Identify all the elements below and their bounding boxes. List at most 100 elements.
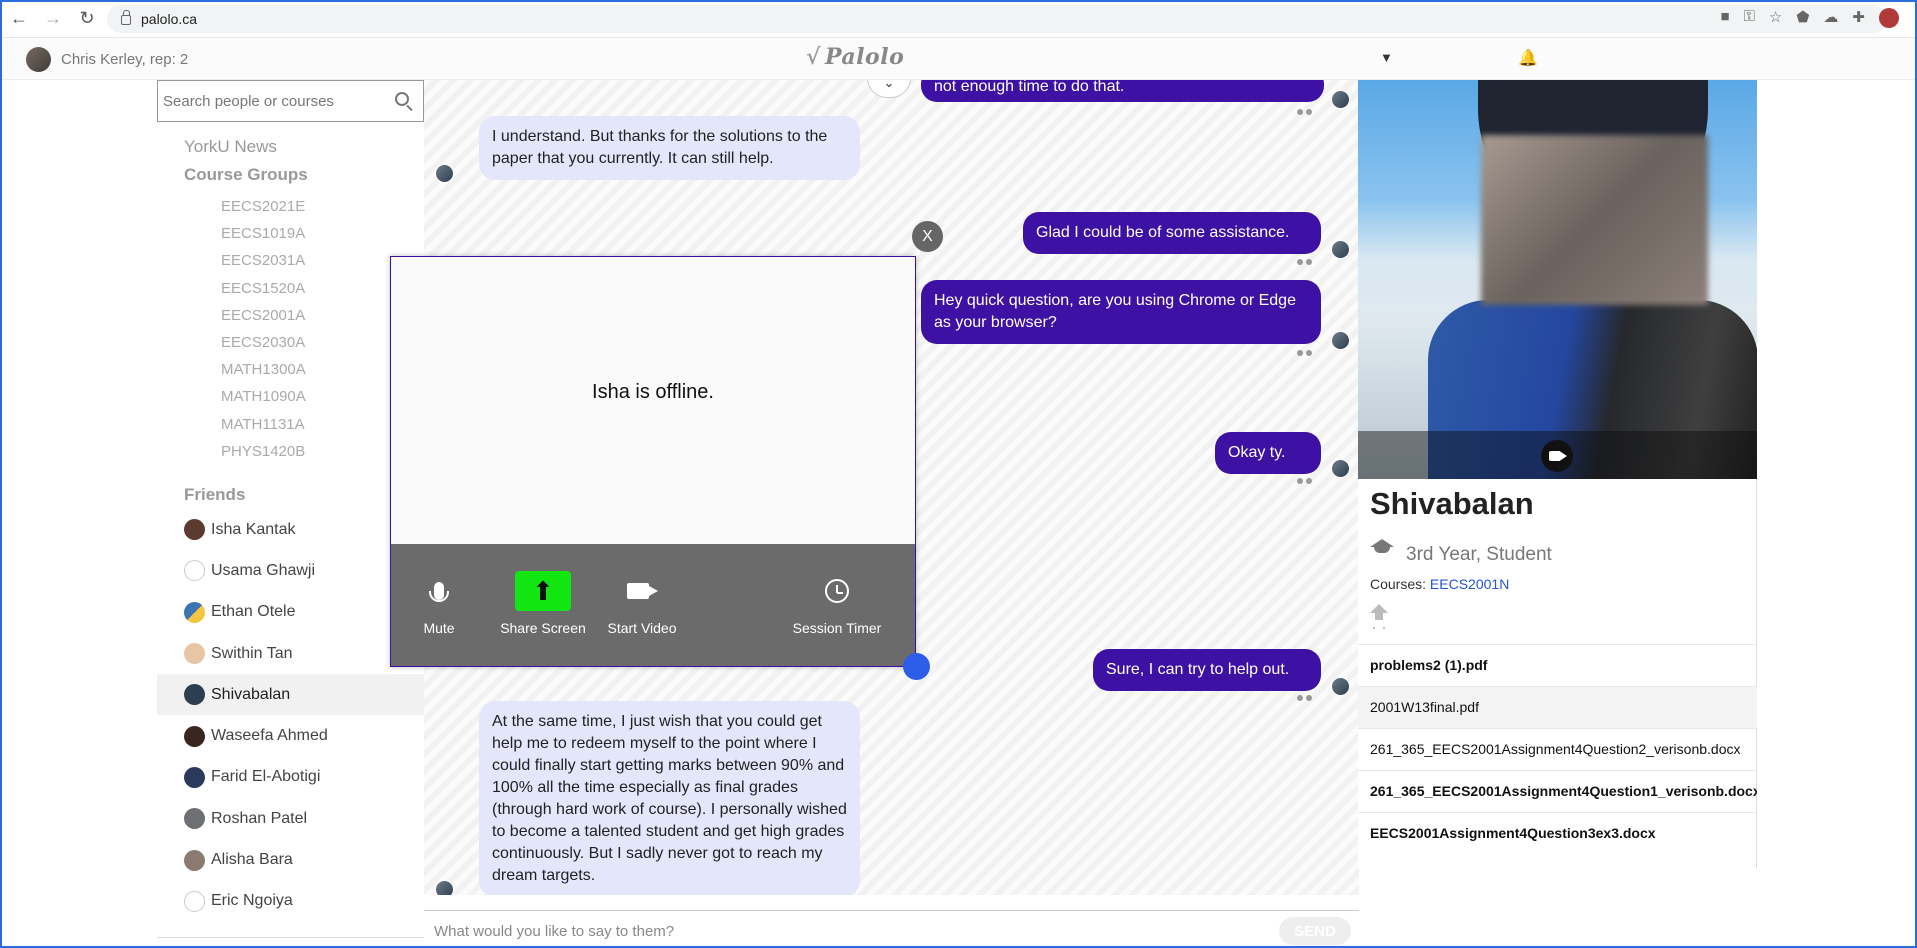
course-link[interactable]: EECS2001N [1430, 576, 1509, 592]
friend-name: Usama Ghawji [211, 561, 316, 579]
course-group-item[interactable]: EECS2021E [221, 193, 306, 220]
profile-courses: Courses: EECS2001N [1370, 576, 1509, 592]
start-video-button[interactable]: Start Video [606, 570, 678, 636]
message-options-icon[interactable] [1297, 109, 1313, 115]
bell-icon[interactable]: 🔔 [1518, 48, 1538, 68]
palolo-logo[interactable]: √ Palolo [806, 44, 904, 70]
course-group-item[interactable]: EECS2001A [221, 302, 306, 329]
course-group-item[interactable]: MATH1090A [221, 383, 306, 410]
received-message: At the same time, I just wish that you c… [479, 701, 860, 895]
friend-item[interactable]: Alisha Bara [157, 839, 424, 880]
microphone-icon [409, 570, 469, 612]
course-group-item[interactable]: MATH1131A [221, 411, 306, 438]
graduation-cap-icon [1370, 539, 1394, 555]
file-item[interactable]: problems2 (1).pdf [1358, 644, 1757, 686]
friend-name: Roshan Patel [211, 809, 308, 827]
friend-name: Isha Kantak [211, 520, 296, 538]
user-avatar[interactable] [26, 47, 51, 72]
friend-item[interactable]: Ethan Otele [157, 592, 424, 633]
camera-icon[interactable]: ■ [1720, 8, 1729, 28]
yorku-news-link[interactable]: YorkU News [184, 137, 277, 157]
message-input[interactable]: What would you like to say to them? SEND [424, 910, 1359, 948]
avatar [1331, 459, 1350, 478]
user-name-rep[interactable]: Chris Kerley, rep: 2 [61, 51, 188, 68]
puzzle-icon[interactable]: ✚ [1852, 8, 1865, 28]
course-group-item[interactable]: EECS2030A [221, 329, 306, 356]
profile-avatar[interactable] [1879, 8, 1899, 28]
mute-button[interactable]: Mute [409, 570, 469, 636]
friend-item[interactable]: Waseefa Ahmed [157, 715, 424, 756]
message-options-icon[interactable] [1297, 350, 1313, 356]
avatar [435, 164, 454, 183]
message-options-icon[interactable] [1297, 695, 1313, 701]
friend-name: Swithin Tan [211, 644, 293, 662]
sidebar: Search people or courses YorkU News Cour… [157, 80, 424, 948]
share-screen-button[interactable]: ⬆ Share Screen [499, 570, 587, 636]
course-group-item[interactable]: MATH1300A [221, 356, 306, 383]
avatar [1331, 677, 1350, 696]
chevron-down-icon[interactable]: ⌄ [867, 80, 911, 98]
offline-status: Isha is offline. [592, 381, 714, 403]
forward-icon[interactable]: → [38, 4, 68, 34]
back-icon[interactable]: ← [4, 4, 34, 34]
resize-handle[interactable] [903, 653, 930, 680]
video-camera-icon [1548, 451, 1567, 461]
file-item[interactable]: 261_365_EECS2001Assignment4Question1_ver… [1358, 770, 1757, 812]
avatar [184, 725, 205, 747]
received-message: I understand. But thanks for the solutio… [479, 116, 860, 180]
avatar [184, 890, 205, 912]
friend-item[interactable]: Eric Ngoiya [157, 881, 424, 922]
star-icon[interactable]: ☆ [1769, 8, 1782, 28]
course-group-item[interactable]: EECS1520A [221, 275, 306, 302]
sent-message: Okay ty. [1215, 432, 1321, 474]
logo-text: Palolo [824, 44, 905, 70]
cloud-icon[interactable]: ☁ [1823, 8, 1838, 28]
close-video-button[interactable]: X [912, 221, 943, 252]
search-placeholder: Search people or courses [163, 92, 334, 110]
friend-item[interactable]: Isha Kantak [157, 509, 424, 550]
course-group-list: EECS2021E EECS1019A EECS2031A EECS1520A … [221, 193, 306, 465]
key-icon[interactable]: ⚿ [1744, 8, 1755, 28]
friend-name: Alisha Bara [211, 851, 293, 869]
reload-icon[interactable]: ↻ [72, 4, 102, 34]
friend-item-selected[interactable]: Shivabalan [157, 674, 424, 716]
message-options-icon[interactable] [1297, 259, 1313, 265]
friend-item[interactable]: Roshan Patel [157, 798, 424, 839]
video-call-button[interactable] [1541, 440, 1573, 472]
session-timer-button[interactable]: Session Timer [792, 570, 882, 636]
sent-message: Sure, I can try to help out. [1093, 649, 1321, 691]
friend-item[interactable]: Swithin Tan [157, 633, 424, 674]
blurred-face [1481, 135, 1708, 305]
search-icon[interactable] [395, 92, 409, 106]
divider [157, 937, 424, 938]
shield-icon[interactable]: ⬟ [1796, 8, 1809, 28]
course-group-item[interactable]: EECS2031A [221, 247, 306, 274]
browser-toolbar: ← → ↻ palolo.ca ■ ⚿ ☆ ⬟ ☁ ✚ [0, 0, 1917, 38]
clock-icon [792, 570, 882, 612]
upload-arrow-icon: ⬆ [499, 570, 587, 612]
avatar [1331, 240, 1350, 259]
file-item[interactable]: EECS2001Assignment4Question3ex3.docx [1358, 812, 1757, 854]
message-options-icon[interactable] [1297, 478, 1313, 484]
friend-item[interactable]: Farid El-Abotigi [157, 757, 424, 798]
file-item[interactable]: 261_365_EECS2001Assignment4Question2_ver… [1358, 728, 1757, 770]
upload-icon[interactable] [1370, 604, 1388, 626]
message-placeholder: What would you like to say to them? [434, 923, 675, 940]
avatar [184, 601, 205, 623]
send-button[interactable]: SEND [1279, 917, 1351, 945]
profile-name: Shivabalan [1370, 486, 1534, 521]
course-group-item[interactable]: EECS1019A [221, 220, 306, 247]
file-item[interactable]: 2001W13final.pdf [1358, 686, 1757, 728]
search-input[interactable]: Search people or courses [157, 80, 424, 122]
sent-message: Hey quick question, are you using Chrome… [921, 280, 1321, 344]
course-groups-heading: Course Groups [184, 165, 308, 184]
course-group-item[interactable]: PHYS1420B [221, 438, 306, 465]
profile-photo [1358, 80, 1757, 479]
avatar [184, 808, 205, 830]
friend-item[interactable]: Usama Ghawji [157, 550, 424, 591]
address-bar[interactable]: palolo.ca [107, 5, 1887, 33]
app-header: Chris Kerley, rep: 2 √ Palolo ▼ 🔔 [0, 38, 1917, 80]
chevron-down-icon[interactable]: ▼ [1380, 50, 1393, 65]
sent-message: Glad I could be of some assistance. [1023, 212, 1321, 254]
avatar [1331, 90, 1350, 109]
